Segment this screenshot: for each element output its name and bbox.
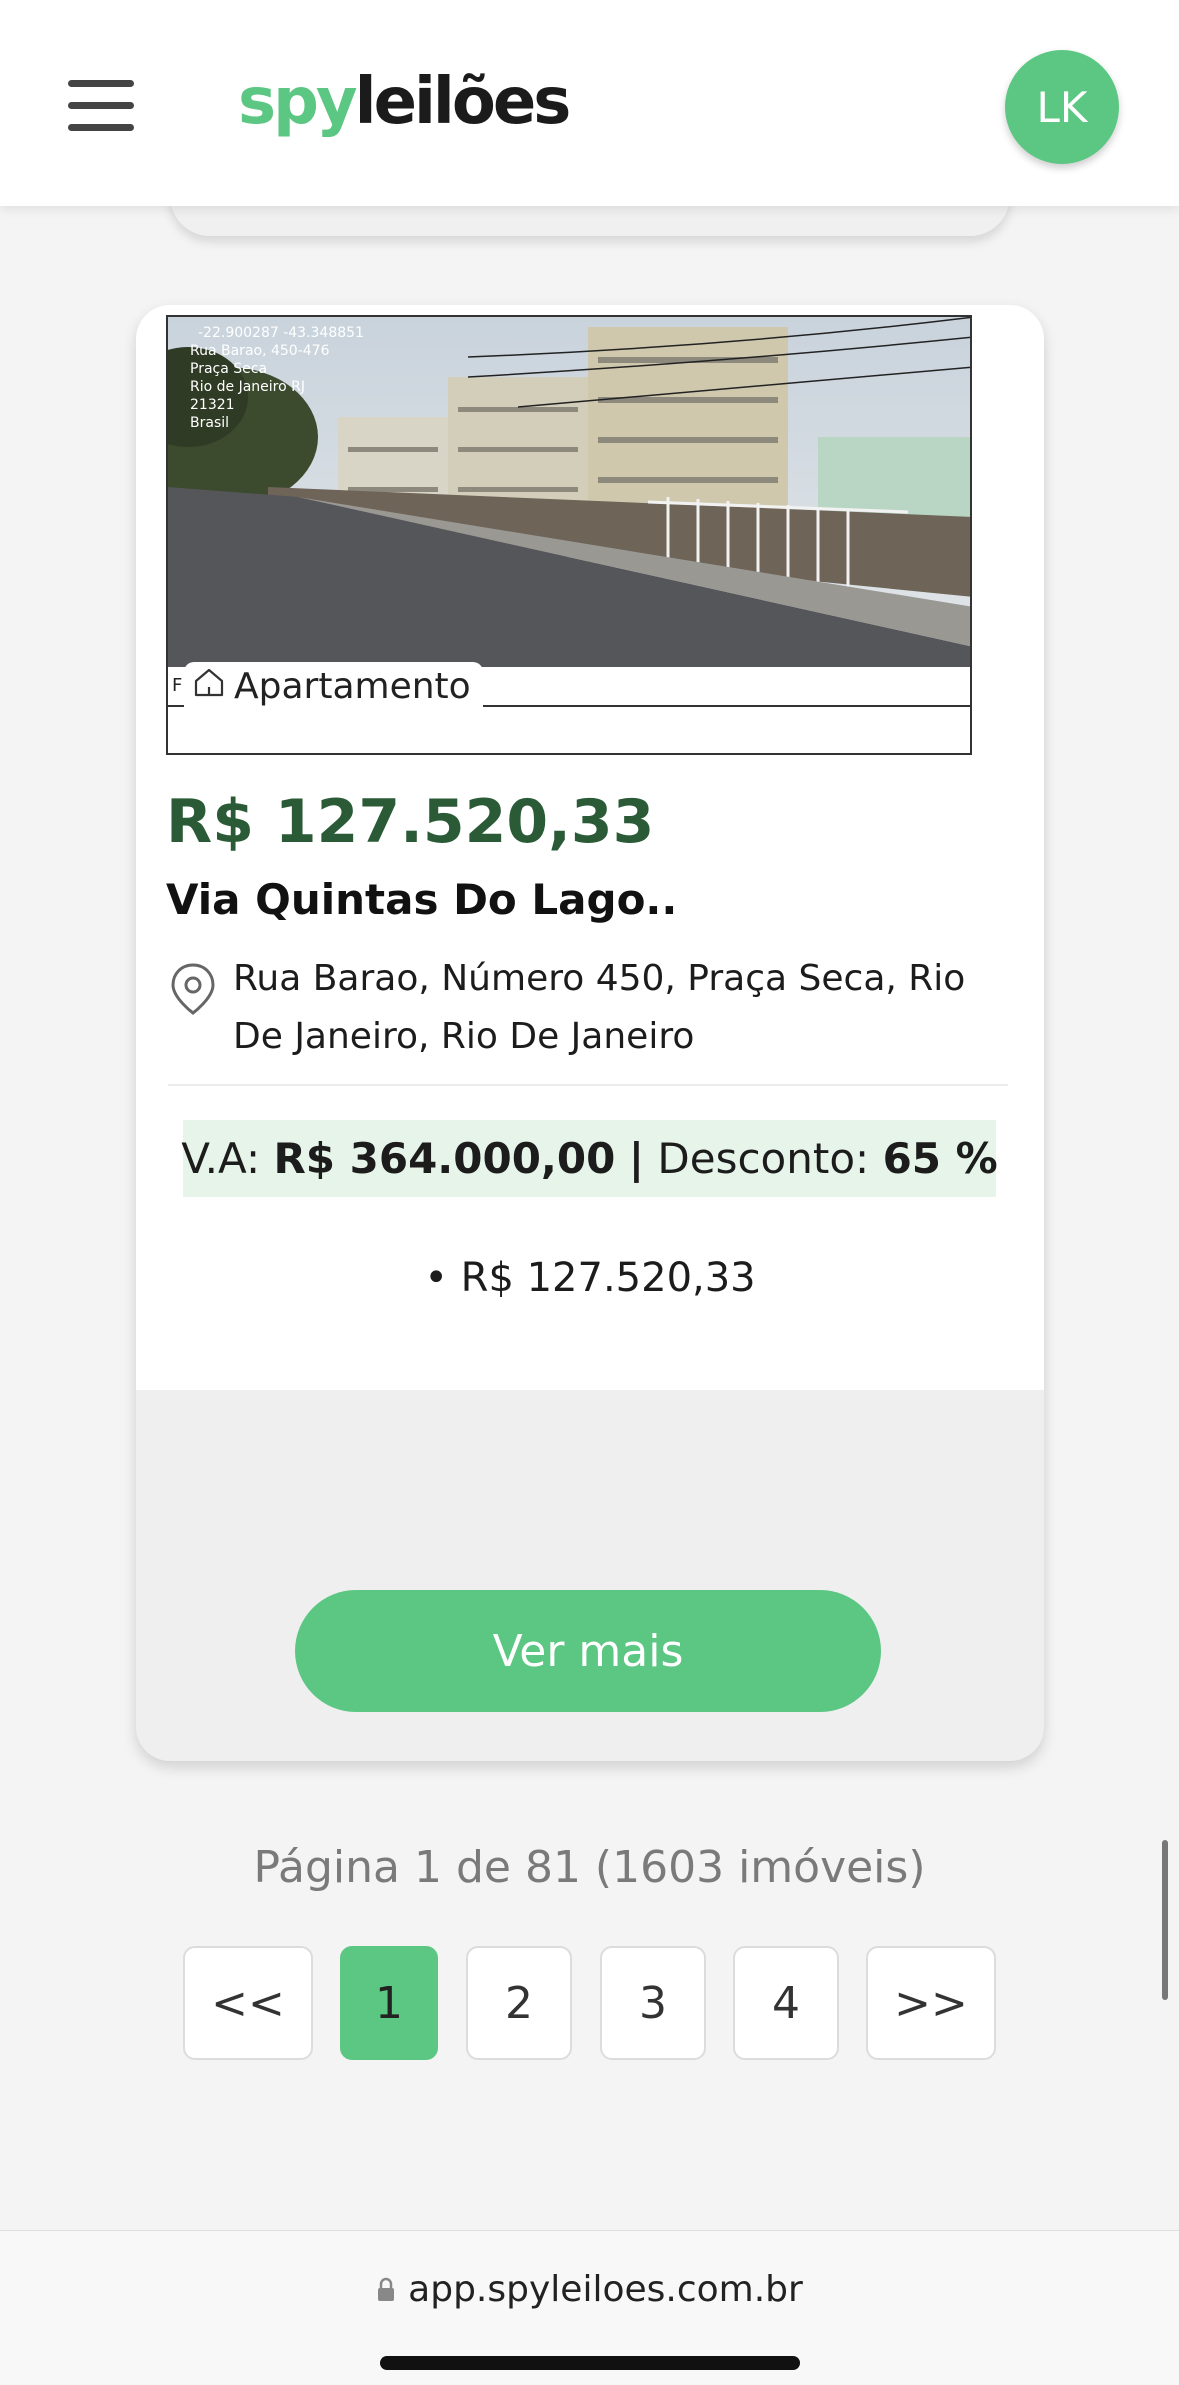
va-value: R$ 364.000,00 xyxy=(273,1134,616,1183)
home-indicator[interactable] xyxy=(380,2356,800,2370)
lock-icon xyxy=(376,2271,396,2312)
hamburger-menu-icon[interactable] xyxy=(68,80,134,132)
pagination: << 1 2 3 4 >> xyxy=(0,1946,1179,2062)
property-type-label: Apartamento xyxy=(234,665,471,707)
geotag-line-4: Rio de Janeiro RJ xyxy=(190,379,305,395)
last-page-button[interactable]: >> xyxy=(866,1946,996,2060)
page-button-2[interactable]: 2 xyxy=(466,1946,572,2060)
geotag-line-1: -22.900287 -43.348851 xyxy=(198,325,364,341)
user-avatar[interactable]: LK xyxy=(1005,50,1119,164)
first-page-button[interactable]: << xyxy=(183,1946,313,2060)
caption-letter: F xyxy=(172,675,183,696)
page-button-1[interactable]: 1 xyxy=(340,1946,438,2060)
discount-value: 65 % xyxy=(882,1134,998,1183)
listing-price: R$ 127.520,33 xyxy=(166,787,655,857)
ver-mais-button[interactable]: Ver mais xyxy=(295,1590,881,1712)
scrollbar[interactable] xyxy=(1162,1840,1168,2000)
geotag-line-6: Brasil xyxy=(190,415,229,431)
house-icon xyxy=(192,665,226,708)
page-button-4[interactable]: 4 xyxy=(733,1946,839,2060)
separator: | xyxy=(628,1134,645,1183)
location-pin-icon xyxy=(168,961,218,1021)
discount-label: Desconto: xyxy=(657,1134,870,1183)
divider xyxy=(168,1084,1008,1086)
listing-title[interactable]: Via Quintas Do Lago.. xyxy=(166,875,677,924)
url-text[interactable]: app.spyleiloes.com.br xyxy=(408,2269,803,2310)
valuation-discount-box: V.A: R$ 364.000,00 | Desconto: 65 % xyxy=(181,1120,998,1197)
geotag-line-5: 21321 xyxy=(190,397,235,413)
price-bullet: • R$ 127.520,33 xyxy=(424,1255,756,1301)
top-header: spyleilões LK xyxy=(0,0,1179,206)
geotag-line-3: Praça Seca xyxy=(190,361,267,377)
pagination-info: Página 1 de 81 (1603 imóveis) xyxy=(253,1842,926,1893)
page-button-3[interactable]: 3 xyxy=(600,1946,706,2060)
property-type-badge: Apartamento xyxy=(184,662,483,710)
spyleiloes-logo[interactable]: spyleilões xyxy=(238,62,571,142)
geotag-line-2: Rua Barao, 450-476 xyxy=(190,343,330,359)
va-label: V.A: xyxy=(181,1134,261,1183)
browser-url-bar[interactable]: app.spyleiloes.com.br xyxy=(0,2230,1179,2385)
listing-card: -22.900287 -43.348851 Rua Barao, 450-476… xyxy=(136,305,1044,1761)
listing-address: Rua Barao, Número 450, Praça Seca, Rio D… xyxy=(233,958,966,1057)
